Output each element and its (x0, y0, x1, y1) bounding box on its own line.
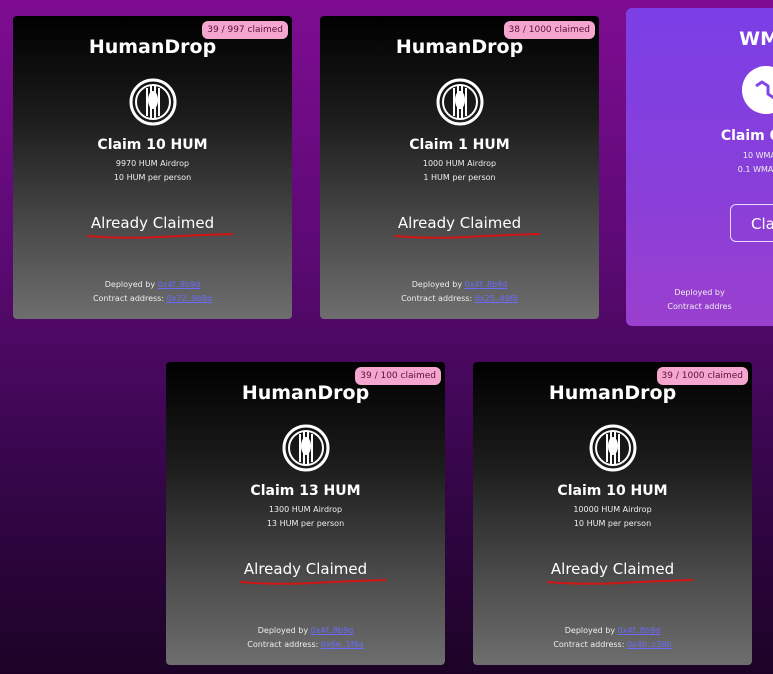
deployed-by: Deployed by 0x4f..8b9d (257, 626, 354, 635)
per-person-amount: 10 HUM per person (573, 519, 652, 528)
deployer-link[interactable]: 0x4f..8b9d (465, 280, 508, 289)
deployed-by: Deployed by (674, 288, 725, 297)
contract-link[interactable]: 0x25..49f8 (475, 294, 518, 303)
contract-link[interactable]: 0x72..9b8d (167, 294, 212, 303)
humandrop-logo-icon (282, 424, 329, 472)
contract-address: Contract addres (667, 302, 732, 311)
airdrop-total: 1000 HUM Airdrop (422, 159, 497, 168)
deployer-link[interactable]: 0x4f..8b9d (618, 626, 661, 635)
claim-amount: Claim 10 HUM (97, 137, 208, 153)
contract-address: Contract address: 0x6e..1f6a (247, 640, 364, 649)
airdrop-card: 39 / 1000 claimed HumanDrop Claim 10 HUM… (473, 362, 752, 665)
red-underline-mark (546, 579, 694, 585)
deployer-link[interactable]: 0x4f..8b9d (158, 280, 201, 289)
contract-link[interactable]: 0x4b..c36b (627, 640, 672, 649)
contract-link[interactable]: 0x6e..1f6a (321, 640, 364, 649)
card-title: HumanDrop (88, 36, 217, 58)
humandrop-logo-icon (129, 78, 176, 126)
claim-amount: Claim 10 HUM (557, 483, 668, 499)
contract-address: Contract address: 0x25..49f8 (401, 294, 518, 303)
airdrop-total: 10000 HUM Airdrop (573, 505, 652, 514)
per-person-amount: 10 HUM per person (113, 173, 192, 182)
airdrop-card: 39 / 100 claimed HumanDrop Claim 13 HUM … (166, 362, 445, 665)
claim-button[interactable]: Clai (730, 204, 773, 242)
airdrop-card: 39 / 997 claimed HumanDrop Claim 10 HUM … (13, 16, 292, 319)
card-title: WMa (739, 28, 773, 50)
deployed-by: Deployed by 0x4f..8b9d (564, 626, 661, 635)
polygon-icon (741, 66, 773, 114)
deployed-by: Deployed by 0x4f..8b9d (104, 280, 201, 289)
card-title: HumanDrop (395, 36, 524, 58)
claim-amount: Claim 13 HUM (250, 483, 361, 499)
airdrop-total: 1300 HUM Airdrop (268, 505, 343, 514)
humandrop-logo-icon (589, 424, 636, 472)
deployed-by: Deployed by 0x4f..8b9d (411, 280, 508, 289)
red-underline-mark (393, 233, 541, 239)
contract-address: Contract address: 0x4b..c36b (553, 640, 672, 649)
per-person-amount: 13 HUM per person (266, 519, 345, 528)
contract-address: Contract address: 0x72..9b8d (92, 294, 213, 303)
card-title: HumanDrop (548, 382, 677, 404)
red-underline-mark (86, 233, 234, 239)
card-title: HumanDrop (241, 382, 370, 404)
per-person-amount: 1 HUM per person (423, 173, 496, 182)
wmatic-airdrop-card: WMa Claim 0.1 V 10 WMATIC 0.1 WMATIC p C… (626, 8, 773, 326)
deployer-link[interactable]: 0x4f..8b9d (311, 626, 354, 635)
airdrop-total: 9970 HUM Airdrop (115, 159, 190, 168)
airdrop-card: 38 / 1000 claimed HumanDrop Claim 1 HUM … (320, 16, 599, 319)
red-underline-mark (239, 579, 387, 585)
claim-amount: Claim 0.1 V (720, 128, 773, 144)
humandrop-logo-icon (436, 78, 483, 126)
claim-amount: Claim 1 HUM (409, 137, 510, 153)
per-person-amount: 0.1 WMATIC p (737, 165, 773, 174)
airdrop-total: 10 WMATIC (742, 151, 773, 160)
